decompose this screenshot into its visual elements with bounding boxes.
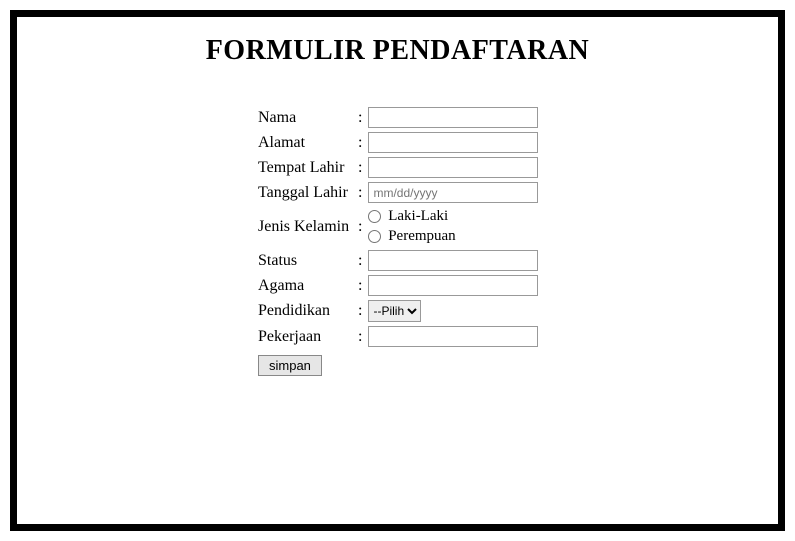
radio-laki-laki[interactable] — [368, 210, 381, 223]
label-jenis-kelamin: Jenis Kelamin — [255, 205, 355, 248]
row-submit: simpan — [255, 349, 541, 378]
tempat-lahir-input[interactable] — [368, 157, 538, 178]
colon: : — [355, 180, 365, 205]
colon: : — [355, 155, 365, 180]
simpan-button[interactable]: simpan — [258, 355, 322, 376]
pendidikan-select[interactable]: --Pilih — [368, 300, 421, 322]
status-input[interactable] — [368, 250, 538, 271]
nama-input[interactable] — [368, 107, 538, 128]
row-tempat-lahir: Tempat Lahir : — [255, 155, 541, 180]
registration-form: Nama : Alamat : Tempat Lahir : Tanggal L… — [255, 105, 778, 378]
pekerjaan-input[interactable] — [368, 326, 538, 347]
row-alamat: Alamat : — [255, 130, 541, 155]
row-status: Status : — [255, 248, 541, 273]
colon: : — [355, 205, 365, 248]
agama-input[interactable] — [368, 275, 538, 296]
label-nama: Nama — [255, 105, 355, 130]
row-tanggal-lahir: Tanggal Lahir : — [255, 180, 541, 205]
row-pekerjaan: Pekerjaan : — [255, 324, 541, 349]
tanggal-lahir-input[interactable] — [368, 182, 538, 203]
jenis-kelamin-group: Laki-Laki Perempuan — [368, 207, 538, 246]
form-frame: FORMULIR PENDAFTARAN Nama : Alamat : Tem… — [10, 10, 785, 531]
label-agama: Agama — [255, 273, 355, 298]
colon: : — [355, 130, 365, 155]
colon: : — [355, 105, 365, 130]
label-pendidikan: Pendidikan — [255, 298, 355, 324]
label-tanggal-lahir: Tanggal Lahir — [255, 180, 355, 205]
radio-perempuan-wrapper[interactable]: Perempuan — [368, 228, 455, 244]
label-status: Status — [255, 248, 355, 273]
label-pekerjaan: Pekerjaan — [255, 324, 355, 349]
label-alamat: Alamat — [255, 130, 355, 155]
row-nama: Nama : — [255, 105, 541, 130]
colon: : — [355, 298, 365, 324]
radio-perempuan-label: Perempuan — [388, 228, 455, 244]
colon: : — [355, 248, 365, 273]
radio-perempuan[interactable] — [368, 230, 381, 243]
row-agama: Agama : — [255, 273, 541, 298]
row-jenis-kelamin: Jenis Kelamin : Laki-Laki Perempuan — [255, 205, 541, 248]
radio-laki-laki-label: Laki-Laki — [388, 208, 448, 224]
alamat-input[interactable] — [368, 132, 538, 153]
radio-laki-laki-wrapper[interactable]: Laki-Laki — [368, 208, 448, 224]
row-pendidikan: Pendidikan : --Pilih — [255, 298, 541, 324]
page-title: FORMULIR PENDAFTARAN — [17, 35, 778, 67]
label-tempat-lahir: Tempat Lahir — [255, 155, 355, 180]
colon: : — [355, 324, 365, 349]
colon: : — [355, 273, 365, 298]
